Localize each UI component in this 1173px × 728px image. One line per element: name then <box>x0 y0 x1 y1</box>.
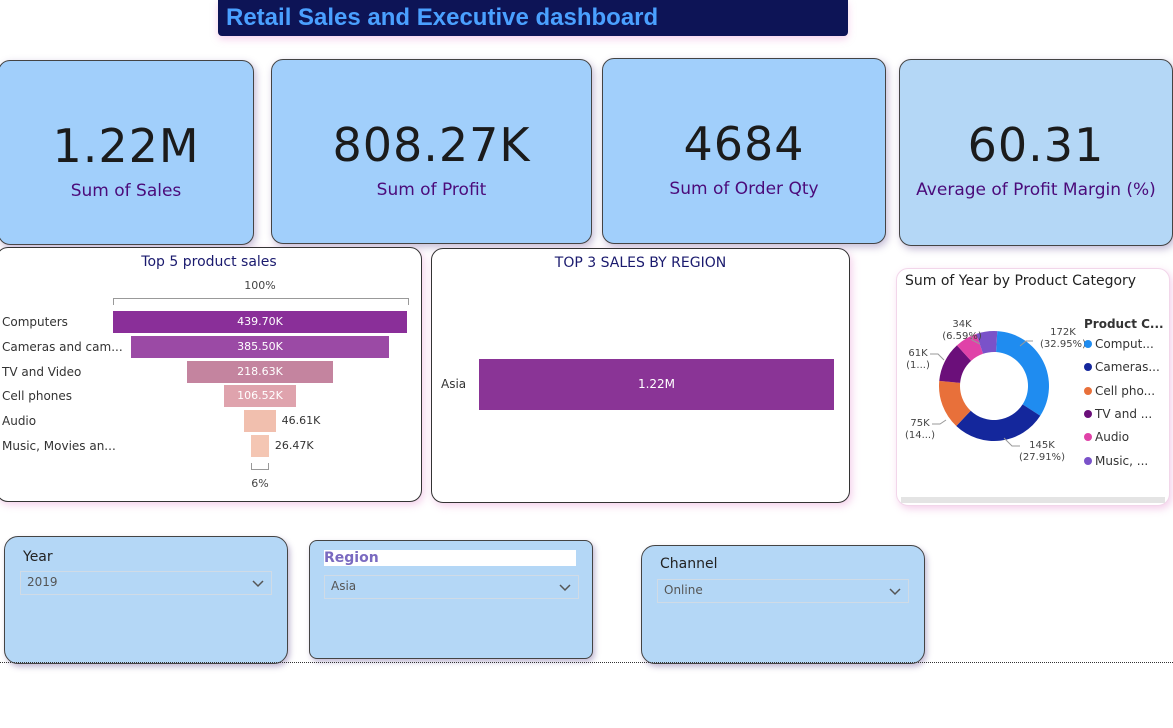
page-divider <box>0 662 1173 663</box>
year-dropdown[interactable]: 2019 <box>20 571 272 595</box>
kpi-value: 60.31 <box>967 118 1105 172</box>
kpi-label: Sum of Profit <box>376 180 487 200</box>
kpi-label: Sum of Order Qty <box>669 179 819 199</box>
donut-title: Sum of Year by Product Category <box>905 273 1137 289</box>
funnel-top-pct: 100% <box>244 279 276 292</box>
legend-title: Product C... <box>1084 317 1164 331</box>
funnel-bottom-bracket <box>251 463 269 470</box>
kpi-label: Average of Profit Margin (%) <box>916 180 1156 200</box>
donut-label-tv: 61K (1...) <box>906 348 930 371</box>
dashboard-title-bar: Retail Sales and Executive dashboard <box>218 0 848 36</box>
funnel-bar[interactable] <box>251 435 269 457</box>
funnel-title: Top 5 product sales <box>141 254 277 270</box>
funnel-label: TV and Video <box>2 365 82 379</box>
donut-label-cell: 75K (14...) <box>904 418 936 441</box>
kpi-card-profit[interactable]: 808.27K Sum of Profit <box>271 59 592 244</box>
funnel-bar-value: 385.50K <box>237 339 283 353</box>
year-slicer[interactable]: Year 2019 <box>4 536 288 664</box>
kpi-value: 1.22M <box>52 119 200 173</box>
region-bar-value: 1.22M <box>637 377 676 391</box>
legend-item-computers[interactable]: Comput... <box>1084 337 1154 351</box>
region-axis-label: Asia <box>441 377 467 391</box>
chevron-down-icon <box>559 584 571 592</box>
region-dropdown[interactable]: Asia <box>324 575 579 599</box>
kpi-value: 808.27K <box>332 118 531 172</box>
donut-scrollbar[interactable] <box>901 497 1165 503</box>
legend-item-cell-phones[interactable]: Cell pho... <box>1084 384 1155 398</box>
year-dropdown-value: 2019 <box>27 575 58 589</box>
chevron-down-icon <box>889 588 901 596</box>
region-slicer[interactable]: Region Asia <box>309 540 593 659</box>
dashboard-title: Retail Sales and Executive dashboard <box>226 4 659 31</box>
funnel-label: Cell phones <box>2 389 73 403</box>
legend-item-tv[interactable]: TV and ... <box>1084 407 1152 421</box>
legend-item-music[interactable]: Music, ... <box>1084 454 1148 468</box>
funnel-bar-value: 106.52K <box>237 389 283 403</box>
funnel-bar[interactable] <box>244 410 276 433</box>
year-slicer-title: Year <box>23 549 53 565</box>
donut-label-cameras: 145K (27.91%) <box>1019 440 1065 463</box>
funnel-bottom-pct: 6% <box>251 477 269 490</box>
funnel-label: Computers <box>2 315 68 329</box>
chevron-down-icon <box>252 580 264 588</box>
channel-slicer-title: Channel <box>660 556 718 572</box>
funnel-label: Cameras and cam... <box>2 340 123 354</box>
legend-item-cameras[interactable]: Cameras... <box>1084 360 1160 374</box>
funnel-bar-value: 218.63K <box>237 364 283 378</box>
donut-label-audio: 34K (6.59%) <box>942 319 982 342</box>
funnel-top-bracket <box>113 298 409 305</box>
funnel-bar-value: 439.70K <box>237 315 283 328</box>
channel-slicer[interactable]: Channel Online <box>641 545 925 664</box>
region-dropdown-value: Asia <box>331 579 357 593</box>
kpi-card-profit-margin[interactable]: 60.31 Average of Profit Margin (%) <box>899 59 1173 246</box>
kpi-value: 4684 <box>683 117 805 171</box>
legend-item-audio[interactable]: Audio <box>1084 430 1129 444</box>
funnel-bar-value: 46.61K <box>281 414 321 428</box>
funnel-label: Music, Movies an... <box>2 439 116 453</box>
kpi-card-order-qty[interactable]: 4684 Sum of Order Qty <box>602 58 886 244</box>
channel-dropdown-value: Online <box>664 583 703 597</box>
kpi-card-sales[interactable]: 1.22M Sum of Sales <box>0 60 254 245</box>
funnel-label: Audio <box>2 414 37 428</box>
region-slicer-title: Region <box>324 550 576 566</box>
funnel-bar-value: 26.47K <box>274 439 314 452</box>
kpi-label: Sum of Sales <box>70 181 182 201</box>
region-chart-title: TOP 3 SALES BY REGION <box>554 255 727 271</box>
channel-dropdown[interactable]: Online <box>657 579 909 603</box>
